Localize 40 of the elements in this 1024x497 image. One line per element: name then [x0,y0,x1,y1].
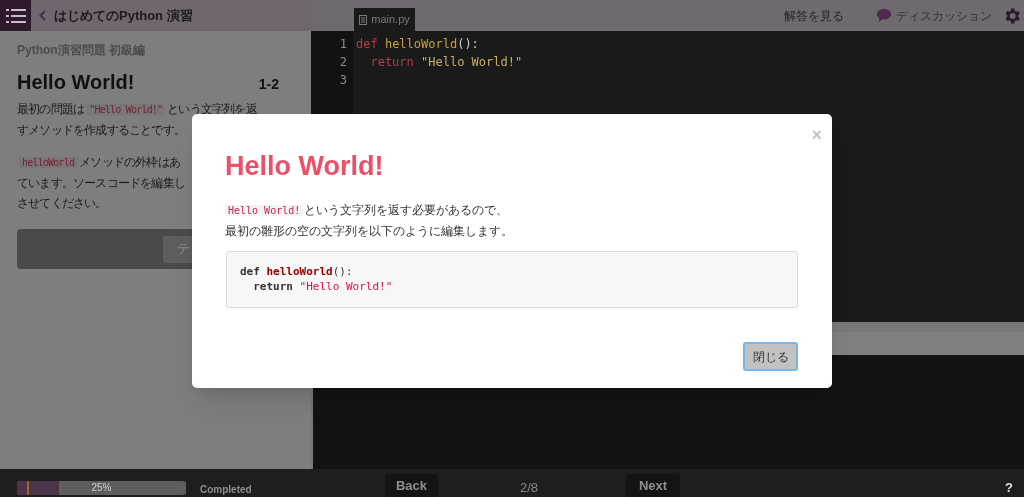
menu-button[interactable] [0,0,31,31]
file-icon [359,14,368,25]
inline-code: helloWorld [19,157,78,168]
code-token: def [240,265,260,278]
paragraph-text: メソッドの外枠はあ [79,155,181,169]
page-indicator: 2/8 [520,479,539,497]
editor-tab[interactable]: main.py [354,8,415,31]
help-button[interactable]: ? [1005,478,1013,497]
code-token: return [369,55,414,69]
progress-label: 25% [90,481,113,495]
chevron-left-icon [39,10,46,21]
line-number: 1 [338,36,347,53]
code-token: helloWorld [265,265,333,278]
paragraph-text: 最初の問題は [17,102,85,116]
paragraph-text: という文字列を返す必要があるので、 [304,203,509,217]
modal-title: Hello World! [225,150,384,183]
code-token: return [252,280,293,293]
code-token: "Hello World!" [298,280,393,293]
line-number: 2 [338,54,347,71]
menu-icon [5,7,26,24]
next-button[interactable]: Next [626,474,680,497]
close-dialog-button[interactable]: 閉じる [743,342,798,371]
lesson-number: 1-2 [258,75,279,94]
inline-code: "Hello World!" [86,104,166,115]
paragraph-text: させてください。 [17,196,107,210]
progress-status: Completed [200,483,252,497]
line-number: 3 [338,72,347,89]
code-token: (): [457,37,479,51]
code-token: helloWorld [383,37,458,51]
lesson-title: Hello World! [17,70,135,95]
speech-bubble-icon [876,8,892,23]
code-token: "Hello World!" [420,55,523,69]
paragraph-text: ています。ソースコードを編集し [17,176,185,190]
code-token: def [356,37,378,51]
inline-code: Hello World! [225,205,304,216]
code-token: (): [332,265,353,278]
paragraph-text: 最初の雛形の空の文字列を以下のように編集します。 [225,224,513,238]
answer-link[interactable]: 解答を見る [784,6,844,25]
paragraph-text: すメソッドを作成することです。 [17,123,185,137]
back-button[interactable]: Back [385,474,438,497]
